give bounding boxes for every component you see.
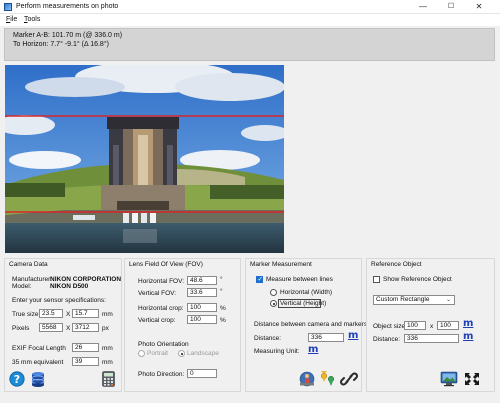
monitor-photo-icon[interactable] — [440, 371, 458, 387]
svg-text:?: ? — [14, 373, 20, 386]
reference-distance-label: Distance: — [373, 336, 401, 343]
horizontal-fov-input[interactable]: 48.6 — [187, 276, 217, 285]
maximize-button[interactable]: ☐ — [438, 0, 464, 14]
fullscreen-icon[interactable] — [463, 371, 481, 387]
minimize-button[interactable]: — — [410, 0, 436, 14]
photo-direction-input[interactable]: 0 — [187, 369, 217, 378]
vertical-fov-label: Vertical FOV: — [138, 290, 177, 297]
close-button[interactable]: ✕ — [466, 0, 492, 14]
x-separator: X — [66, 311, 71, 318]
vertical-crop-label: Vertical crop: — [138, 317, 176, 324]
model-value: NIKON D500 — [50, 283, 89, 290]
horizontal-crop-label: Horizontal crop: — [138, 305, 184, 312]
horizontal-crop-unit: % — [220, 305, 226, 312]
portrait-label: Portrait — [147, 350, 168, 357]
measuring-unit-label: Measuring Unit: — [254, 348, 300, 355]
equiv-focal-unit: mm — [102, 359, 113, 366]
reference-object-title: Reference Object — [371, 261, 422, 268]
portrait-radio[interactable] — [138, 350, 145, 357]
horizontal-crop-input[interactable]: 100 — [187, 303, 217, 312]
measure-person-icon[interactable] — [298, 371, 316, 387]
reference-distance-unit-button[interactable]: m — [463, 332, 473, 342]
object-size-label: Object size: — [373, 323, 407, 330]
exif-focal-label: EXIF Focal Length — [12, 345, 66, 352]
measure-between-lines-checkbox[interactable] — [256, 275, 263, 283]
title-bar: Perform measurements on photo — ☐ ✕ — [0, 0, 500, 14]
photo-canvas[interactable] — [5, 65, 284, 253]
exif-focal-input[interactable]: 26 — [72, 343, 99, 352]
vertical-height-radio[interactable] — [270, 300, 277, 307]
landscape-label: Landscape — [187, 350, 219, 357]
menu-bar: File Tools — [0, 14, 500, 26]
exif-focal-unit: mm — [102, 345, 113, 352]
marker-distance-unit-button[interactable]: m — [348, 331, 358, 341]
manufacturer-value: NIKON CORPORATION — [50, 276, 122, 283]
true-size-width-input[interactable]: 23.5 — [39, 309, 63, 318]
horizontal-fov-label: Horizontal FOV: — [138, 278, 184, 285]
pixels-height-input[interactable]: 3712 — [72, 323, 99, 332]
menu-file[interactable]: File — [6, 16, 17, 23]
measurement-info-bar: Marker A-B: 101.70 m (@ 336.0 m) To Hori… — [4, 28, 495, 61]
horizon-result-text: To Horizon: 7.7° -9.1° (Δ 16.8°) — [13, 41, 109, 48]
distance-heading: Distance between camera and markers: — [254, 321, 369, 328]
distance-label: Distance: — [254, 335, 282, 342]
show-reference-object-checkbox[interactable] — [373, 276, 380, 283]
show-reference-object-label: Show Reference Object — [383, 276, 452, 283]
lens-fov-title: Lens Field Of View (FOV) — [129, 261, 203, 268]
equiv-focal-label: 35 mm equivalent — [12, 359, 64, 366]
selected-focus-box — [278, 299, 321, 308]
landscape-radio[interactable] — [178, 350, 185, 357]
marker-measurement-panel: Marker Measurement Measure between lines… — [245, 258, 369, 392]
measure-between-lines-label: Measure between lines — [266, 276, 333, 283]
calculator-icon[interactable] — [102, 371, 115, 387]
true-size-height-input[interactable]: 15.7 — [72, 309, 99, 318]
window-title: Perform measurements on photo — [16, 3, 119, 10]
reference-object-panel: Reference Object Show Reference Object C… — [366, 258, 495, 392]
marker-result-text: Marker A-B: 101.70 m (@ 336.0 m) — [13, 32, 123, 39]
pixels-label: Pixels — [12, 325, 30, 332]
vertical-fov-input[interactable]: 33.6 — [187, 288, 217, 297]
manufacturer-label: Manufacturer: — [12, 276, 53, 283]
object-size-unit-button[interactable]: m — [463, 319, 473, 329]
photo-image — [5, 65, 284, 253]
marker-distance-input[interactable]: 336 — [308, 333, 344, 342]
photo-orientation-label: Photo Orientation — [138, 341, 189, 348]
reference-distance-input[interactable]: 336 — [404, 334, 459, 343]
camera-data-panel: Camera Data Manufacturer: Model: NIKON C… — [4, 258, 122, 392]
pixels-width-input[interactable]: 5568 — [39, 323, 63, 332]
database-icon[interactable] — [31, 371, 45, 387]
true-size-label: True size — [12, 311, 39, 318]
photo-direction-label: Photo Direction: — [138, 371, 185, 378]
equiv-focal-input[interactable]: 39 — [72, 357, 99, 366]
marker-pins-icon[interactable] — [319, 371, 337, 387]
link-icon[interactable] — [340, 371, 358, 387]
object-size-separator: x — [430, 323, 434, 330]
model-label: Model: — [12, 283, 32, 290]
vertical-fov-unit: ° — [220, 288, 223, 295]
menu-tools[interactable]: Tools — [24, 16, 40, 23]
lens-fov-panel: Lens Field Of View (FOV) Horizontal FOV:… — [124, 258, 241, 392]
horizontal-width-radio[interactable] — [270, 289, 277, 296]
reference-shape-select[interactable]: Custom Rectangle ⌄ — [373, 295, 455, 305]
measuring-unit-button[interactable]: m — [308, 345, 318, 355]
help-icon[interactable]: ? — [9, 371, 25, 387]
app-icon — [4, 3, 12, 11]
camera-data-title: Camera Data — [9, 261, 48, 268]
horizontal-width-label: Horizontal (Width) — [280, 289, 333, 296]
pixels-unit: px — [102, 325, 109, 332]
sensor-prompt: Enter your sensor specifications: — [12, 297, 106, 304]
x-separator: X — [66, 325, 71, 332]
object-height-input[interactable]: 100 — [437, 321, 459, 330]
chevron-down-icon: ⌄ — [445, 297, 451, 303]
true-size-unit: mm — [102, 311, 113, 318]
vertical-crop-unit: % — [220, 317, 226, 324]
marker-measurement-title: Marker Measurement — [250, 261, 312, 268]
horizontal-fov-unit: ° — [220, 276, 223, 283]
reference-shape-value: Custom Rectangle — [376, 296, 430, 303]
vertical-crop-input[interactable]: 100 — [187, 315, 217, 324]
object-width-input[interactable]: 100 — [404, 321, 426, 330]
